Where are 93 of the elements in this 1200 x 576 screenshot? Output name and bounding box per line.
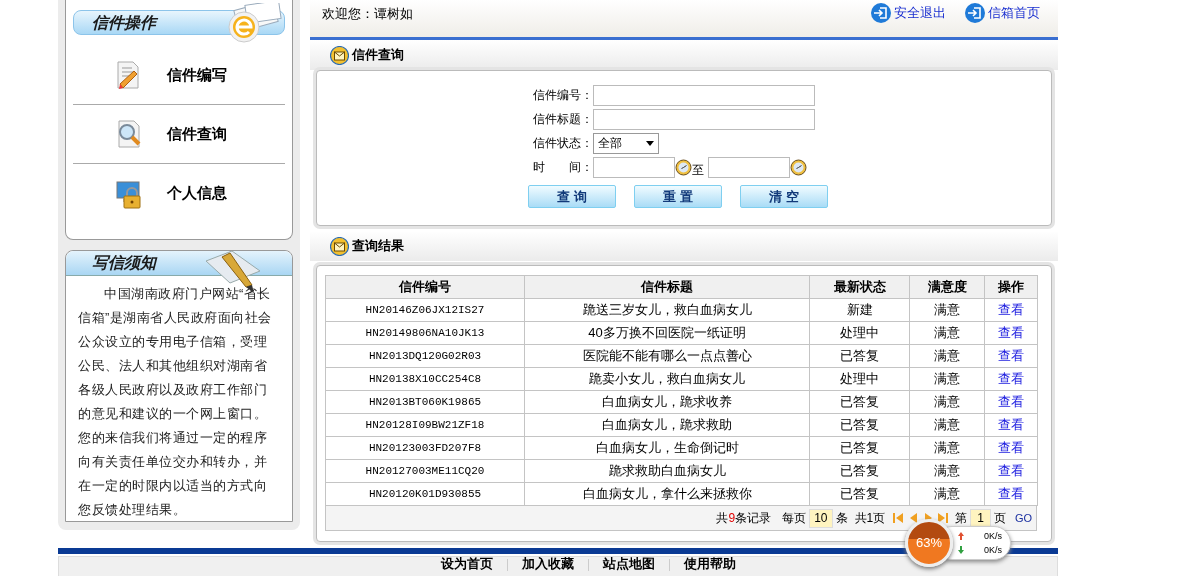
table-cell: HN20127003ME11CQ20 (325, 459, 525, 483)
pagination-label: 条 (835, 510, 848, 527)
download-speed-text: 0K/s (984, 544, 1002, 557)
table-cell: 跪求救助白血病女儿 (524, 459, 810, 483)
table-cell: 已答复 (809, 390, 910, 414)
table-cell: 40多万换不回医院一纸证明 (524, 321, 810, 345)
table-cell: HN2013DQ120G02R03 (325, 344, 525, 368)
table-cell: 跪卖小女儿，救白血病女儿 (524, 367, 810, 391)
exit-icon (964, 2, 986, 24)
table-cell: 跪送三岁女儿，救白血病女儿 (524, 298, 810, 322)
table-cell: 满意 (909, 344, 985, 368)
table-cell: 满意 (909, 413, 985, 437)
field-label: 时 间： (533, 159, 593, 176)
table-cell: 满意 (909, 298, 985, 322)
panel-title: 写信须知 (92, 253, 156, 273)
form-button[interactable]: 查 询 (528, 185, 616, 208)
table-cell: 满意 (909, 321, 985, 345)
table-cell: 白血病女儿，跪求救助 (524, 413, 810, 437)
table-cell: 已答复 (809, 436, 910, 460)
footer-link[interactable]: 站点地图 (602, 557, 655, 571)
input-field[interactable] (593, 108, 815, 130)
column-header: 最新状态 (809, 275, 910, 299)
footer-link[interactable]: 设为首页 (440, 557, 493, 571)
column-header: 操作 (984, 275, 1038, 299)
table-cell: 新建 (809, 298, 910, 322)
table-cell: HN20149806NA10JK13 (325, 321, 525, 345)
footer-link[interactable]: 加入收藏 (521, 557, 574, 571)
upload-arrow-icon (958, 532, 964, 540)
section-title: 信件查询 (352, 46, 404, 65)
footer-link[interactable]: 使用帮助 (683, 557, 736, 571)
sidebar-menu-item[interactable]: 信件编写 (73, 46, 285, 105)
record-count-text: 共9条记录 (716, 510, 772, 527)
first-page-icon[interactable] (892, 512, 905, 524)
form-button[interactable]: 重 置 (634, 185, 722, 208)
go-link[interactable]: GO (1014, 509, 1032, 527)
column-header: 信件编号 (325, 275, 525, 299)
column-header: 信件标题 (524, 275, 810, 299)
table-cell: 满意 (909, 367, 985, 391)
table-cell: 白血病女儿，拿什么来拯救你 (524, 482, 810, 506)
field-label: 信件状态： (533, 135, 593, 152)
header-link[interactable]: 安全退出 (870, 2, 946, 24)
section-title: 查询结果 (352, 237, 404, 256)
status-dropdown[interactable]: 全部 (593, 132, 659, 154)
pagination-label: 页 (993, 510, 1006, 527)
table-cell: 医院能不能有哪么一点点善心 (524, 344, 810, 368)
table-cell: 白血病女儿，生命倒记时 (524, 436, 810, 460)
table-cell: 白血病女儿，跪求收养 (524, 390, 810, 414)
table-cell: HN20138X10CC254C8 (325, 367, 525, 391)
table-cell: HN20123003FD207F8 (325, 436, 525, 460)
table-cell: 处理中 (809, 321, 910, 345)
field-label: 信件标题： (533, 111, 593, 128)
caret-icon (646, 140, 654, 146)
page-count-text: 共1页 (854, 510, 886, 527)
calendar-clock-icon[interactable] (790, 158, 807, 176)
separator-text: 至 (692, 162, 704, 179)
exit-icon (870, 2, 892, 24)
sidebar-menu-item[interactable]: 信件查询 (73, 105, 285, 164)
table-cell: 已答复 (809, 459, 910, 483)
table-cell: 处理中 (809, 367, 910, 391)
table-cell: 已答复 (809, 413, 910, 437)
table-cell: 满意 (909, 482, 985, 506)
welcome-text: 欢迎您：谭树如 (322, 5, 413, 23)
table-cell: HN20146Z06JX12IS27 (325, 298, 525, 322)
field-label: 信件编号： (533, 87, 593, 104)
table-cell: HN20128I09BW21ZF18 (325, 413, 525, 437)
input-field[interactable] (593, 84, 815, 106)
table-cell: HN2013BT060K19865 (325, 390, 525, 414)
column-header: 满意度 (909, 275, 985, 299)
padlock-monitor-icon (115, 178, 143, 209)
pagination-label: 每页 (782, 510, 807, 527)
header-link[interactable]: 信箱首页 (964, 2, 1040, 24)
calendar-clock-icon[interactable] (675, 158, 692, 176)
table-cell: 已答复 (809, 344, 910, 368)
date-field[interactable] (708, 156, 790, 178)
envelope-icon (330, 45, 349, 65)
last-page-icon[interactable] (937, 512, 950, 524)
sidebar-menu-item[interactable]: 个人信息 (73, 164, 285, 223)
envelope-icon (330, 236, 349, 256)
download-arrow-icon (958, 546, 964, 554)
date-field[interactable] (593, 156, 675, 178)
panel-title: 信件操作 (92, 12, 156, 33)
table-cell: HN20120K01D930855 (325, 482, 525, 506)
form-button[interactable]: 清 空 (740, 185, 828, 208)
table-cell: 满意 (909, 436, 985, 460)
table-cell: 满意 (909, 459, 985, 483)
notice-text: 中国湖南政府门户网站“省长信箱”是湖南省人民政府面向社会公众设立的专用电子信箱，受理公民、法人和其他组织对湖南省各级人民政府以及政府工作部门的意见和建议的一个网上窗口。您的来信我们将通过一定的程序向有关责任单位交办和转办，并在一定的时限内以适当的方式向您反馈处理结果。 (77, 285, 273, 519)
upload-speed-text: 0K/s (984, 530, 1002, 543)
page-size-field[interactable]: 10 (809, 508, 833, 528)
page-number-field[interactable]: 1 (970, 508, 991, 528)
table-cell: 满意 (909, 390, 985, 414)
pagination-label: 第 (955, 510, 968, 527)
magnifier-icon (115, 119, 143, 149)
table-cell: 已答复 (809, 482, 910, 506)
